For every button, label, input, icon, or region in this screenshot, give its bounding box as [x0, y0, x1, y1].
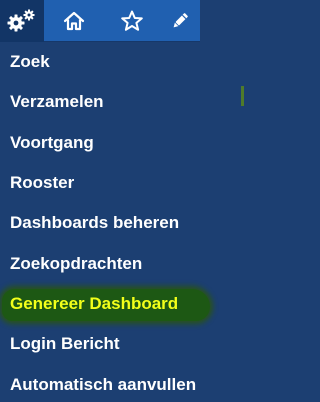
gears-icon: [7, 9, 35, 32]
menu-item-label: Verzamelen: [10, 92, 104, 112]
menu-item-zoek[interactable]: Zoek: [0, 42, 244, 82]
edit-tab[interactable]: [158, 0, 202, 42]
menu-item-automatisch-aanvullen[interactable]: Automatisch aanvullen: [0, 364, 244, 402]
menu-item-zoekopdrachten[interactable]: Zoekopdrachten: [0, 243, 244, 283]
menu-item-label: Zoek: [10, 52, 50, 72]
menu-item-label: Zoekopdrachten: [10, 253, 143, 273]
pencil-icon: [173, 13, 188, 28]
favorites-tab[interactable]: [110, 0, 154, 42]
home-icon: [63, 11, 85, 31]
menu-item-label: Login Bericht: [10, 334, 120, 354]
menu-item-voortgang[interactable]: Voortgang: [0, 123, 244, 163]
home-tab[interactable]: [52, 0, 96, 42]
menu-item-label: Genereer Dashboard: [10, 293, 179, 313]
edge-indicator: [241, 86, 244, 106]
menu-item-label: Rooster: [10, 173, 75, 193]
star-icon: [121, 10, 143, 31]
menu-item-verzamelen[interactable]: Verzamelen: [0, 82, 244, 122]
menu-item-label: Automatisch aanvullen: [10, 374, 197, 394]
menu-item-label: Voortgang: [10, 132, 94, 152]
icon-toolbar: [0, 0, 200, 42]
menu-item-genereer-dashboard[interactable]: Genereer Dashboard: [0, 284, 244, 324]
menu-item-login-bericht[interactable]: Login Bericht: [0, 324, 244, 364]
menu-item-dashboards-beheren[interactable]: Dashboards beheren: [0, 203, 244, 243]
menu-list: Zoek Verzamelen Voortgang Rooster Dashbo…: [0, 42, 244, 402]
menu-item-rooster[interactable]: Rooster: [0, 163, 244, 203]
menu-item-label: Dashboards beheren: [10, 213, 180, 233]
navigation-menu: Zoek Verzamelen Voortgang Rooster Dashbo…: [0, 0, 244, 402]
settings-tab[interactable]: [0, 0, 44, 42]
